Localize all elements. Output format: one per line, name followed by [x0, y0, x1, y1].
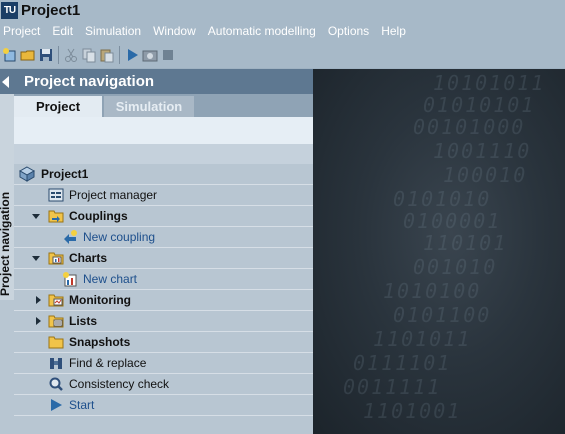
new-chart-icon [62, 271, 78, 287]
tree-root[interactable]: Project1 [14, 164, 313, 185]
expanded-arrow-icon[interactable] [31, 211, 41, 221]
panel-title: Project navigation [24, 73, 155, 90]
lists-folder-icon [48, 313, 64, 329]
menu-simulation[interactable]: Simulation [81, 24, 149, 38]
background-binary: 01010101 [423, 93, 536, 117]
tree-item-new-chart[interactable]: New chart [14, 269, 313, 290]
menu-automatic-modelling[interactable]: Automatic modelling [204, 24, 324, 38]
tree-item-project-manager[interactable]: Project manager [14, 185, 313, 206]
tree-item-label: Snapshots [69, 335, 131, 349]
charts-folder-icon [48, 250, 64, 266]
app-logo-icon: TU [1, 1, 18, 19]
toolbar-separator [119, 46, 120, 64]
tree-item-label: Couplings [69, 209, 128, 223]
open-folder-icon[interactable] [19, 46, 37, 64]
paste-icon[interactable] [98, 46, 116, 64]
snapshot-camera-icon[interactable] [141, 46, 159, 64]
project-manager-icon [48, 187, 64, 203]
background-binary: 1101001 [363, 399, 462, 423]
menu-project[interactable]: Project [0, 24, 48, 38]
tree-item-label: New coupling [83, 230, 156, 244]
background-binary: 100010 [443, 163, 528, 187]
background-binary: 110101 [423, 231, 508, 255]
background-binary: 1010100 [383, 279, 482, 303]
tree-item-label: Find & replace [69, 356, 147, 370]
tree-item-new-coupling[interactable]: New coupling [14, 227, 313, 248]
background-binary: 0111101 [353, 351, 452, 375]
tree-item-snapshots[interactable]: Snapshots [14, 332, 313, 353]
menu-window[interactable]: Window [149, 24, 204, 38]
collapsed-arrow-icon[interactable] [33, 295, 43, 305]
tree-item-couplings[interactable]: Couplings [14, 206, 313, 227]
couplings-folder-icon [48, 208, 64, 224]
new-coupling-icon [62, 229, 78, 245]
cut-icon[interactable] [62, 46, 80, 64]
snapshots-folder-icon [48, 334, 64, 350]
side-tab-project-navigation[interactable]: Project navigation [0, 94, 15, 300]
main-toolbar [0, 42, 565, 68]
collapsed-arrow-icon[interactable] [33, 316, 43, 326]
menu-options[interactable]: Options [324, 24, 377, 38]
tree-item-consistency-check[interactable]: Consistency check [14, 374, 313, 395]
find-replace-icon [48, 355, 64, 371]
start-simulation-icon[interactable] [123, 46, 141, 64]
title-bar: TU Project1 [0, 0, 565, 20]
tree-item-label: Lists [69, 314, 98, 328]
background-binary: 00101000 [413, 115, 526, 139]
project-navigation-panel: Project navigation Project navigation Pr… [0, 69, 313, 434]
stop-icon[interactable] [159, 46, 177, 64]
background-binary: 0011111 [343, 375, 442, 399]
window-title: Project1 [21, 1, 81, 19]
background-binary: 1001110 [433, 139, 532, 163]
tree-spacer [14, 144, 313, 164]
side-tab-label: Project navigation [0, 191, 12, 296]
tab-bar: Project Simulation [14, 94, 313, 117]
tree-item-find-replace[interactable]: Find & replace [14, 353, 313, 374]
background-binary: 0101100 [393, 303, 492, 327]
panel-header: Project navigation [0, 69, 313, 94]
tree-item-label: New chart [83, 272, 138, 286]
tree-item-label: Project manager [69, 188, 158, 202]
tab-project[interactable]: Project [14, 96, 102, 117]
monitoring-folder-icon [48, 292, 64, 308]
menu-bar: Project Edit Simulation Window Automatic… [0, 20, 565, 42]
collapse-panel-icon[interactable] [2, 75, 9, 88]
start-play-icon [48, 397, 64, 413]
menu-help[interactable]: Help [377, 24, 414, 38]
background-binary: 10101011 [433, 71, 546, 95]
menu-edit[interactable]: Edit [48, 24, 81, 38]
tree-item-label: Charts [69, 251, 108, 265]
tree-item-label: Monitoring [69, 293, 131, 307]
background-binary: 0100001 [403, 209, 502, 233]
toolbar-separator [58, 46, 59, 64]
background-binary: 0101010 [393, 187, 492, 211]
tree-item-monitoring[interactable]: Monitoring [14, 290, 313, 311]
tree-toolstrip [14, 117, 313, 144]
tree-item-label: Start [69, 398, 95, 412]
expanded-arrow-icon[interactable] [31, 253, 41, 263]
save-icon[interactable] [37, 46, 55, 64]
background-binary: 001010 [413, 255, 498, 279]
tab-simulation[interactable]: Simulation [104, 96, 194, 117]
tree-item-charts[interactable]: Charts [14, 248, 313, 269]
background-binary: 1101011 [373, 327, 472, 351]
project-tree: Project1 Project manager Couplings New c… [14, 164, 313, 416]
tree-item-lists[interactable]: Lists [14, 311, 313, 332]
workspace-area: 10101011 01010101 00101000 1001110 10001… [313, 69, 565, 434]
new-project-icon[interactable] [1, 46, 19, 64]
tree-root-label: Project1 [41, 167, 89, 181]
tree-item-start[interactable]: Start [14, 395, 313, 416]
consistency-check-icon [48, 376, 64, 392]
project-root-icon [19, 166, 35, 182]
tree-item-label: Consistency check [69, 377, 170, 391]
copy-icon[interactable] [80, 46, 98, 64]
